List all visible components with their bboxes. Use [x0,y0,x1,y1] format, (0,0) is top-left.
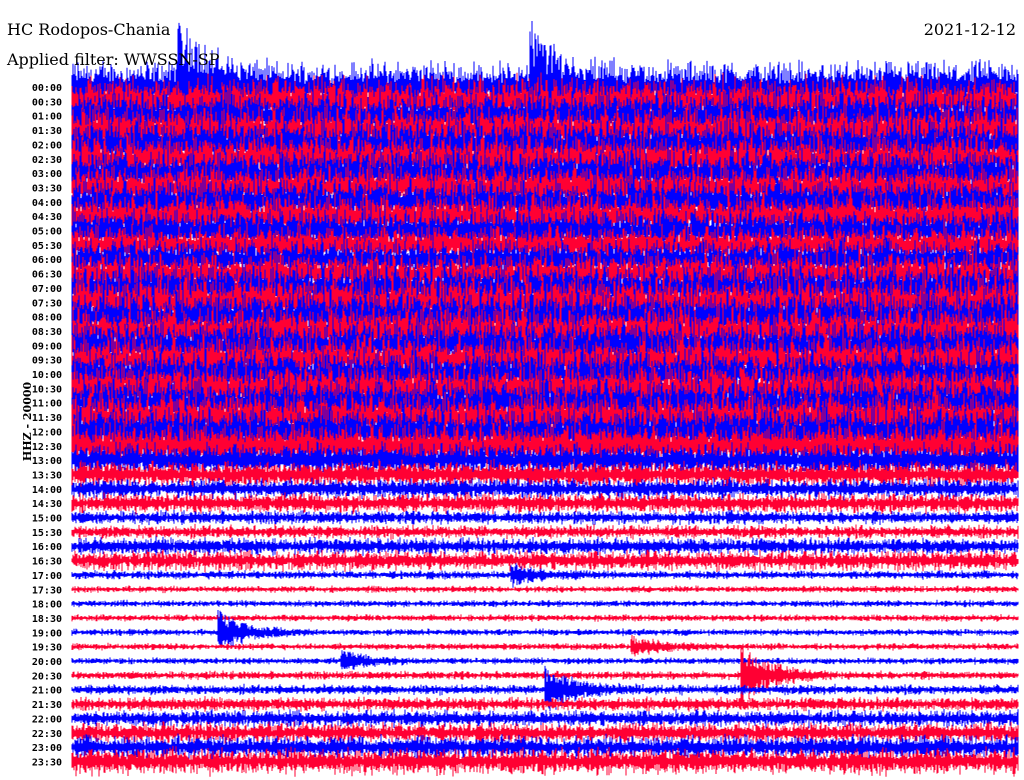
time-tick-label: 06:30 [32,270,62,281]
time-tick-label: 08:00 [32,313,62,324]
trace-1930 [71,634,1019,657]
time-tick-label: 11:00 [32,399,62,410]
time-tick-label: 14:30 [32,499,62,510]
time-tick-label: 12:30 [32,442,62,453]
time-tick-label: 16:30 [32,557,62,568]
trace-1700 [71,563,1019,588]
time-tick-label: 03:00 [32,169,62,180]
time-tick-label: 09:00 [32,341,62,352]
time-tick-label: 12:00 [32,427,62,438]
time-tick-label: 04:30 [32,212,62,223]
time-tick-label: 04:00 [32,198,62,209]
time-tick-label: 05:00 [32,227,62,238]
trace-1600 [71,536,1019,556]
time-tick-label: 10:30 [32,384,62,395]
time-tick-label: 17:30 [32,585,62,596]
time-tick-label: 23:30 [32,757,62,768]
time-tick-label: 20:30 [32,671,62,682]
time-tick-label: 01:00 [32,112,62,123]
trace-1500 [71,509,1019,526]
time-tick-label: 07:00 [32,284,62,295]
trace-1900 [71,610,1019,647]
time-tick-label: 00:00 [32,83,62,94]
time-tick-label: 08:30 [32,327,62,338]
time-tick-label: 21:30 [32,700,62,711]
time-tick-label: 22:00 [32,714,62,725]
station-title: HC Rodopos-Chania [7,20,171,39]
channel-label: HHZ - 20000 [21,381,35,462]
time-tick-label: 02:30 [32,155,62,166]
time-tick-label: 13:30 [32,470,62,481]
time-tick-label: 23:00 [32,743,62,754]
time-tick-label: 15:30 [32,528,62,539]
time-tick-label: 19:00 [32,628,62,639]
time-tick-label: 00:30 [32,97,62,108]
trace-1530 [71,523,1019,540]
time-tick-label: 15:00 [32,514,62,525]
trace-1830 [71,614,1019,622]
time-tick-label: 05:30 [32,241,62,252]
trace-1800 [71,599,1019,608]
time-tick-label: 19:30 [32,643,62,654]
time-tick-label: 10:00 [32,370,62,381]
trace-1730 [71,585,1019,594]
time-tick-label: 16:00 [32,542,62,553]
time-tick-label: 18:30 [32,614,62,625]
time-tick-label: 07:30 [32,298,62,309]
filter-label: Applied filter: WWSSN-SP [7,50,220,69]
time-tick-label: 11:30 [32,413,62,424]
time-tick-label: 13:00 [32,456,62,467]
time-tick-label: 02:00 [32,140,62,151]
time-tick-label: 03:30 [32,183,62,194]
helicorder-plot: 00:00 00:30 01:00 01:30 02:00 02:30 03:00 03:30… [32,21,1019,777]
time-tick-label: 17:00 [32,571,62,582]
time-tick-label: 21:00 [32,686,62,697]
time-tick-label: 09:30 [32,356,62,367]
date-label: 2021-12-12 [923,20,1016,39]
time-tick-label: 20:00 [32,657,62,668]
time-tick-label: 14:00 [32,485,62,496]
time-tick-label: 06:00 [32,255,62,266]
time-tick-label: 22:30 [32,729,62,740]
time-tick-label: 18:00 [32,600,62,611]
trace-2200 [71,708,1019,729]
time-tick-label: 01:30 [32,126,62,137]
